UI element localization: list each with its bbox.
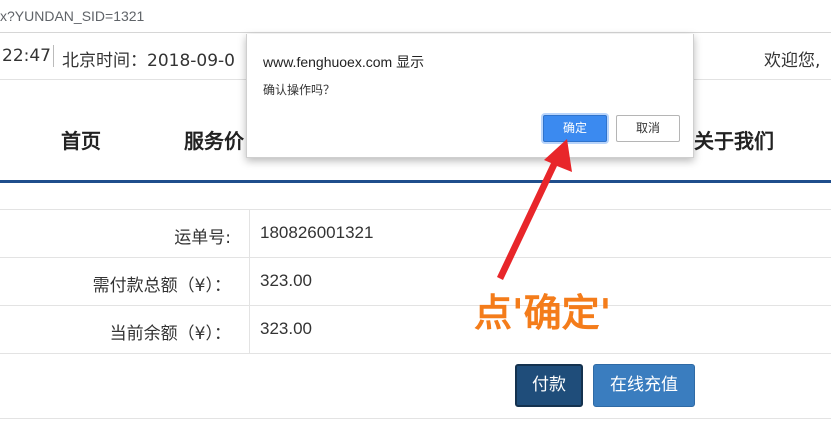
confirm-ok-button[interactable]: 确定 bbox=[543, 115, 607, 142]
balance-value: 323.00 bbox=[260, 319, 312, 338]
form-row-balance: 当前余额（¥）： 323.00 bbox=[0, 305, 831, 354]
beijing-time: 北京时间：2018-09-0 bbox=[62, 51, 235, 71]
nav-item-about[interactable]: 关于我们 bbox=[694, 125, 774, 154]
url-text[interactable]: x?YUNDAN_SID=1321 bbox=[0, 8, 144, 24]
address-bar[interactable]: x?YUNDAN_SID=1321 bbox=[0, 0, 831, 33]
dialog-title: www.fenghuoex.com 显示 bbox=[263, 54, 425, 70]
form-row-amount-due: 需付款总额（¥）： 323.00 bbox=[0, 257, 831, 306]
dialog-message: 确认操作吗？ bbox=[263, 83, 336, 97]
clock-time: 22:47 bbox=[2, 46, 51, 66]
form-actions: 付款 在线充值 bbox=[0, 353, 831, 419]
divider bbox=[53, 45, 54, 67]
nav-accent-rule bbox=[0, 180, 831, 183]
waybill-label: 运单号: bbox=[174, 228, 231, 248]
amount-due-value: 323.00 bbox=[260, 271, 312, 290]
column-divider bbox=[249, 258, 250, 306]
recharge-button[interactable]: 在线充值 bbox=[593, 364, 695, 407]
amount-due-label: 需付款总额（¥）： bbox=[92, 276, 231, 296]
nav-item-pricing[interactable]: 服务价 bbox=[184, 125, 244, 154]
welcome-text: 欢迎您, bbox=[764, 51, 821, 71]
balance-label: 当前余额（¥）： bbox=[109, 324, 231, 344]
pay-button[interactable]: 付款 bbox=[515, 364, 583, 407]
column-divider bbox=[249, 306, 250, 354]
confirm-dialog: www.fenghuoex.com 显示 确认操作吗？ 确定 取消 bbox=[246, 34, 694, 158]
form-row-waybill: 运单号: 180826001321 bbox=[0, 209, 831, 258]
annotation-text: 点'确定' bbox=[474, 291, 612, 335]
column-divider bbox=[249, 210, 250, 258]
payment-form: 运单号: 180826001321 需付款总额（¥）： 323.00 当前余额（… bbox=[0, 209, 831, 419]
waybill-value: 180826001321 bbox=[260, 223, 374, 242]
confirm-cancel-button[interactable]: 取消 bbox=[616, 115, 680, 142]
nav-item-home[interactable]: 首页 bbox=[61, 125, 101, 154]
